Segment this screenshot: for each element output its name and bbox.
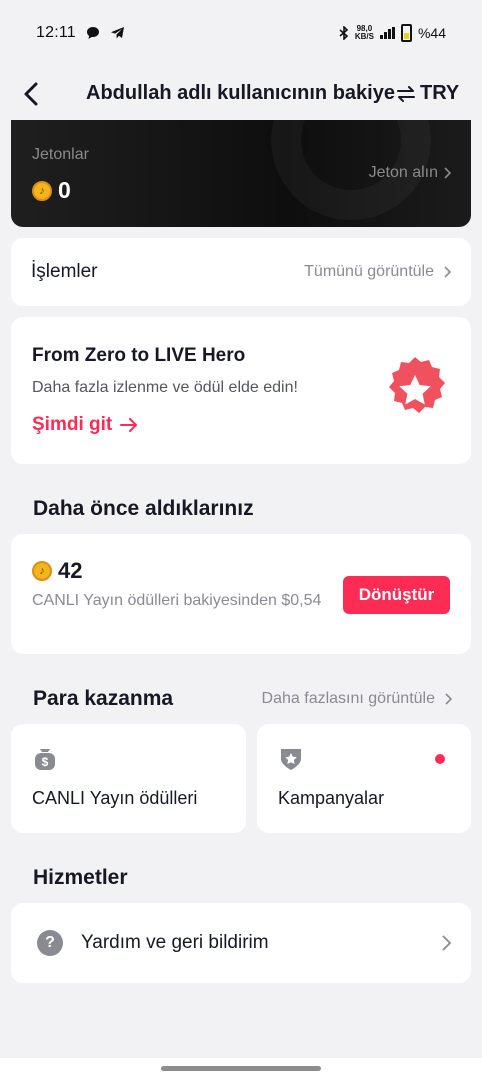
header: Abdullah adlı kullanıcının bakiyesi TRY [0, 66, 482, 122]
chat-bubble-icon [86, 27, 99, 39]
chevron-right-icon [442, 935, 451, 951]
signal-icon [379, 27, 395, 39]
coin-icon: ♪ [32, 561, 52, 581]
bluetooth-icon [339, 26, 349, 40]
shield-star-icon [281, 749, 301, 770]
system-nav-bar [0, 1058, 482, 1080]
previous-amount-value: 42 [58, 558, 83, 583]
notification-dot [435, 754, 445, 764]
help-feedback-row[interactable]: ? Yardım ve geri bildirim [11, 903, 471, 983]
get-coins-label: Jeton alın [368, 164, 438, 181]
help-label: Yardım ve geri bildirim [81, 932, 269, 953]
view-all-link[interactable]: Tümünü görüntüle [304, 263, 451, 281]
battery-icon [400, 24, 412, 42]
promo-link-label: Şimdi git [32, 414, 113, 435]
clock: 12:11 [36, 24, 76, 41]
earn-header: Para kazanma Daha fazlasını görüntüle [33, 687, 452, 711]
home-indicator[interactable] [161, 1066, 321, 1071]
currency-label: TRY [420, 82, 460, 104]
earn-section-title: Para kazanma [33, 687, 174, 710]
net-speed-unit: KB/S [354, 32, 374, 41]
swap-arrows-icon [397, 85, 415, 102]
promo-go-link[interactable]: Şimdi git [32, 414, 138, 436]
live-rewards-tile[interactable]: $ CANLI Yayın ödülleri [11, 724, 246, 833]
view-all-label: Tümünü görüntüle [304, 263, 434, 280]
convert-button[interactable]: Dönüştür [343, 576, 450, 614]
transactions-row[interactable]: İşlemler Tümünü görüntüle [11, 238, 471, 306]
previous-rewards-card: ♪ 42 CANLI Yayın ödülleri bakiyesinden $… [11, 534, 471, 654]
campaigns-tile[interactable]: Kampanyalar [257, 724, 471, 833]
coins-value: 0 [58, 177, 71, 203]
status-bar: 12:11 98,0 KB/S %44 [0, 0, 482, 66]
chevron-right-icon [444, 266, 451, 278]
coins-label: Jetonlar [32, 146, 89, 163]
telegram-icon [110, 27, 124, 39]
live-hero-promo[interactable]: From Zero to LIVE Hero Daha fazla izlenm… [11, 317, 471, 464]
question-icon: ? [37, 930, 63, 956]
coins-card: Jetonlar ♪ 0 Jeton alın [11, 120, 471, 227]
transactions-label: İşlemler [31, 261, 98, 282]
services-section-title: Hizmetler [33, 866, 128, 889]
promo-title: From Zero to LIVE Hero [32, 345, 246, 366]
coins-balance: ♪ 0 [32, 177, 71, 204]
previous-section-title: Daha önce aldıklarınız [33, 497, 254, 520]
chevron-right-icon [444, 167, 451, 179]
arrow-right-icon [120, 418, 138, 432]
campaigns-label: Kampanyalar [278, 788, 385, 808]
previous-description: CANLI Yayın ödülleri bakiyesinden $0,54 [32, 592, 322, 609]
chevron-right-icon [445, 693, 452, 705]
currency-switch[interactable]: TRY [396, 82, 459, 105]
back-arrow-icon[interactable] [18, 78, 46, 110]
coin-icon: ♪ [32, 180, 52, 201]
previous-amount: ♪ 42 [32, 558, 82, 584]
earn-more-label: Daha fazlasını görüntüle [261, 690, 435, 707]
battery-percent: %44 [417, 25, 446, 41]
star-badge-icon [389, 357, 445, 413]
live-rewards-label: CANLI Yayın ödülleri [32, 788, 198, 808]
network-speed: 98,0 KB/S [355, 25, 374, 41]
get-coins-link[interactable]: Jeton alın [369, 164, 451, 182]
earn-more-link[interactable]: Daha fazlasını görüntüle [262, 690, 452, 708]
money-bag-icon: $ [35, 749, 55, 770]
promo-subtitle: Daha fazla izlenme ve ödül elde edin! [32, 379, 298, 396]
page-title: Abdullah adlı kullanıcının bakiyesi [86, 82, 396, 104]
svg-text:$: $ [42, 755, 49, 769]
